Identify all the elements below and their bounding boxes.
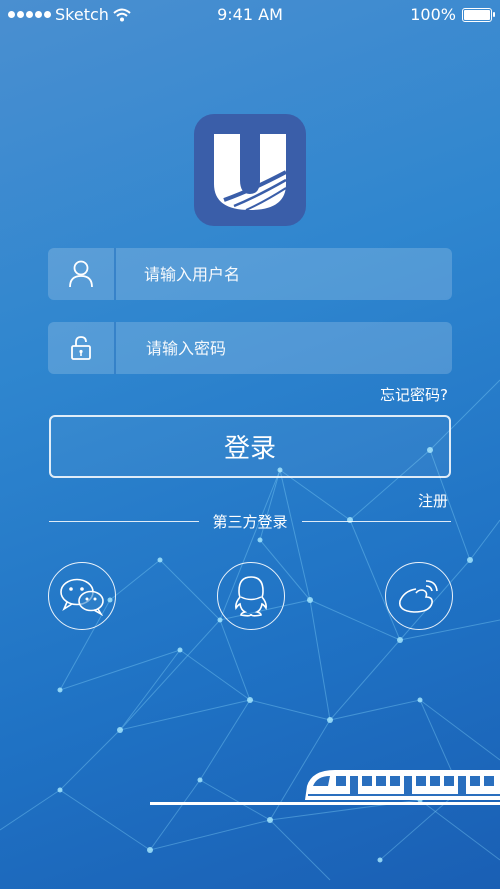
username-field: [48, 248, 452, 300]
register-link[interactable]: 注册: [418, 490, 448, 511]
wechat-icon: [60, 578, 104, 616]
forgot-password-link[interactable]: 忘记密码?: [380, 384, 448, 405]
divider-line-right: [301, 520, 452, 522]
battery-icon: [462, 7, 495, 22]
status-right: 100%: [410, 5, 495, 24]
weibo-icon: [398, 580, 438, 613]
third-party-title: 第三方登录: [212, 512, 288, 531]
password-icon-box: [48, 322, 116, 374]
user-icon: [69, 260, 93, 288]
qq-login-button[interactable]: [217, 562, 285, 630]
password-field: [48, 322, 452, 374]
weibo-login-button[interactable]: [385, 562, 453, 630]
username-icon-box: [48, 248, 116, 300]
app-logo: [194, 114, 306, 226]
lock-icon: [71, 336, 91, 360]
status-bar: Sketch 9:41 AM 100%: [0, 0, 500, 30]
wechat-login-button[interactable]: [48, 562, 116, 630]
qq-icon: [235, 576, 267, 617]
login-button[interactable]: 登录: [49, 415, 451, 478]
logo-u-icon: [214, 134, 287, 211]
username-input[interactable]: [116, 263, 452, 285]
password-input[interactable]: [116, 337, 452, 359]
divider-line-left: [49, 520, 199, 522]
train-illustration: [150, 770, 500, 805]
third-party-divider: 第三方登录: [49, 510, 452, 532]
battery-label: 100%: [410, 5, 456, 24]
